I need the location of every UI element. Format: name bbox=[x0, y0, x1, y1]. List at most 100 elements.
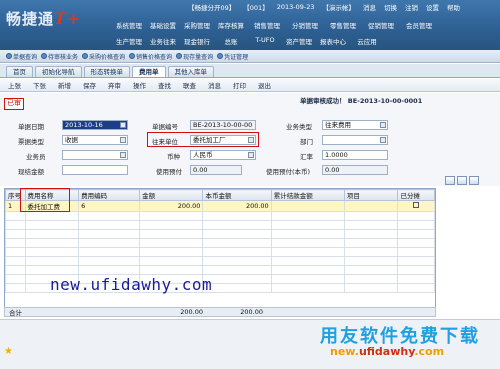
grid-cell[interactable] bbox=[202, 238, 272, 248]
grid-cell[interactable] bbox=[343, 211, 399, 221]
quick-link-1[interactable]: 待审核业务 bbox=[41, 52, 78, 61]
grid-cell[interactable] bbox=[270, 200, 345, 212]
grid-cell[interactable] bbox=[343, 256, 399, 266]
quick-link-0[interactable]: 单据查询 bbox=[6, 52, 37, 61]
grid-cell[interactable] bbox=[202, 283, 272, 293]
grid-cell[interactable] bbox=[139, 247, 204, 257]
table-row[interactable] bbox=[5, 247, 435, 257]
dept-field[interactable] bbox=[322, 135, 388, 145]
menu-item-1[interactable]: 基础设置 bbox=[146, 20, 180, 30]
grid-cell[interactable] bbox=[5, 220, 26, 230]
menu-item-2[interactable]: 采购管理 bbox=[180, 20, 214, 30]
grid-cell[interactable] bbox=[270, 265, 345, 275]
grid-cell[interactable] bbox=[139, 211, 204, 221]
biztype-select[interactable]: 往来费用 bbox=[322, 120, 388, 130]
menu-item-8[interactable]: 会员管理 bbox=[400, 20, 438, 30]
calendar-icon[interactable] bbox=[120, 122, 126, 128]
toolbar-button-1[interactable]: 下张 bbox=[33, 80, 46, 90]
grid-cell[interactable] bbox=[397, 229, 435, 239]
grid-cell[interactable] bbox=[343, 283, 399, 293]
grid-cell[interactable] bbox=[397, 211, 435, 221]
grid-cell[interactable] bbox=[397, 256, 435, 266]
grid-cell[interactable] bbox=[139, 220, 204, 230]
grid-cell[interactable] bbox=[397, 220, 435, 230]
chevron-down-icon[interactable] bbox=[380, 122, 386, 128]
doc-no-field[interactable]: BE-2013-10-00-00 bbox=[190, 120, 256, 130]
table-row[interactable] bbox=[5, 220, 435, 230]
grid-cell[interactable] bbox=[139, 229, 204, 239]
grid-cell[interactable] bbox=[343, 229, 399, 239]
toolbar-button-7[interactable]: 联查 bbox=[183, 80, 196, 90]
submenu-item-4[interactable]: T-UFO bbox=[248, 36, 282, 46]
table-row[interactable] bbox=[5, 211, 435, 221]
grid-cell[interactable] bbox=[270, 238, 345, 248]
grid-cell[interactable] bbox=[202, 220, 272, 230]
tab-1[interactable]: 初始化导航 bbox=[35, 66, 82, 77]
grid-cell[interactable] bbox=[202, 256, 272, 266]
grid-cell[interactable]: 200.00 bbox=[139, 200, 204, 212]
grid-cell[interactable]: 6 bbox=[78, 200, 141, 212]
tab-3[interactable]: 费用单 bbox=[132, 66, 166, 77]
menu-item-4[interactable]: 销售管理 bbox=[248, 20, 286, 30]
grid-cell[interactable] bbox=[5, 283, 26, 293]
grid-cell[interactable]: 200.00 bbox=[202, 200, 272, 212]
grid-cell[interactable] bbox=[5, 211, 26, 221]
grid-cell[interactable] bbox=[202, 211, 272, 221]
grid-cell[interactable] bbox=[78, 265, 141, 275]
menu-item-6[interactable]: 零售管理 bbox=[324, 20, 362, 30]
submenu-item-1[interactable]: 业务往来 bbox=[146, 36, 180, 46]
quick-link-3[interactable]: 销售价格查询 bbox=[129, 52, 172, 61]
grid-cell[interactable] bbox=[397, 265, 435, 275]
grid-cell[interactable] bbox=[270, 256, 345, 266]
grid-cell[interactable] bbox=[270, 229, 345, 239]
cash-field[interactable] bbox=[62, 165, 128, 175]
allocated-checkbox[interactable] bbox=[413, 202, 420, 208]
grid-cell[interactable] bbox=[78, 220, 141, 230]
session-info-6[interactable]: 注销 bbox=[405, 2, 418, 12]
grid-cell[interactable] bbox=[397, 274, 435, 284]
rate-field[interactable]: 1.0000 bbox=[322, 150, 388, 160]
grid-cell[interactable] bbox=[397, 247, 435, 257]
quick-link-4[interactable]: 现存量查询 bbox=[176, 52, 213, 61]
grid-cell[interactable] bbox=[78, 238, 141, 248]
grid-cell[interactable] bbox=[5, 247, 26, 257]
grid-cell[interactable] bbox=[139, 238, 204, 248]
search-icon[interactable] bbox=[248, 137, 254, 143]
toolbar-button-4[interactable]: 弃审 bbox=[108, 80, 121, 90]
partner-field[interactable]: 委托加工厂 bbox=[190, 135, 256, 145]
toolbar-button-10[interactable]: 退出 bbox=[258, 80, 271, 90]
menu-item-0[interactable]: 系统管理 bbox=[112, 20, 146, 30]
grid-cell[interactable] bbox=[270, 283, 345, 293]
tab-0[interactable]: 首页 bbox=[6, 66, 33, 77]
insert-row-icon[interactable] bbox=[445, 176, 455, 185]
grid-cell[interactable] bbox=[343, 265, 399, 275]
toolbar-button-5[interactable]: 操作 bbox=[133, 80, 146, 90]
grid-cell[interactable] bbox=[78, 256, 141, 266]
toolbar-button-2[interactable]: 新增 bbox=[58, 80, 71, 90]
grid-cell[interactable] bbox=[270, 220, 345, 230]
menu-item-5[interactable]: 分销管理 bbox=[286, 20, 324, 30]
prepay-base-field[interactable]: 0.00 bbox=[322, 165, 388, 175]
chevron-down-icon[interactable] bbox=[120, 137, 126, 143]
grid-cell[interactable] bbox=[343, 274, 399, 284]
quick-link-5[interactable]: 凭证管理 bbox=[217, 52, 248, 61]
session-info-7[interactable]: 设置 bbox=[426, 2, 439, 12]
session-info-4[interactable]: 消息 bbox=[363, 2, 376, 12]
grid-cell[interactable] bbox=[24, 238, 80, 248]
grid-cell[interactable] bbox=[343, 220, 399, 230]
search-icon[interactable] bbox=[120, 152, 126, 158]
toolbar-button-8[interactable]: 消息 bbox=[208, 80, 221, 90]
grid-cell[interactable] bbox=[270, 247, 345, 257]
submenu-item-6[interactable]: 报表中心 bbox=[316, 36, 350, 46]
table-row[interactable] bbox=[5, 256, 435, 266]
grid-cell[interactable] bbox=[24, 220, 80, 230]
table-row[interactable] bbox=[5, 265, 435, 275]
grid-cell[interactable] bbox=[202, 265, 272, 275]
grid-cell[interactable] bbox=[5, 229, 26, 239]
grid-cell[interactable] bbox=[5, 274, 26, 284]
staff-field[interactable] bbox=[62, 150, 128, 160]
grid-cell[interactable] bbox=[24, 247, 80, 257]
session-info-5[interactable]: 切换 bbox=[384, 2, 397, 12]
chevron-down-icon[interactable] bbox=[248, 152, 254, 158]
grid-cell[interactable] bbox=[343, 247, 399, 257]
